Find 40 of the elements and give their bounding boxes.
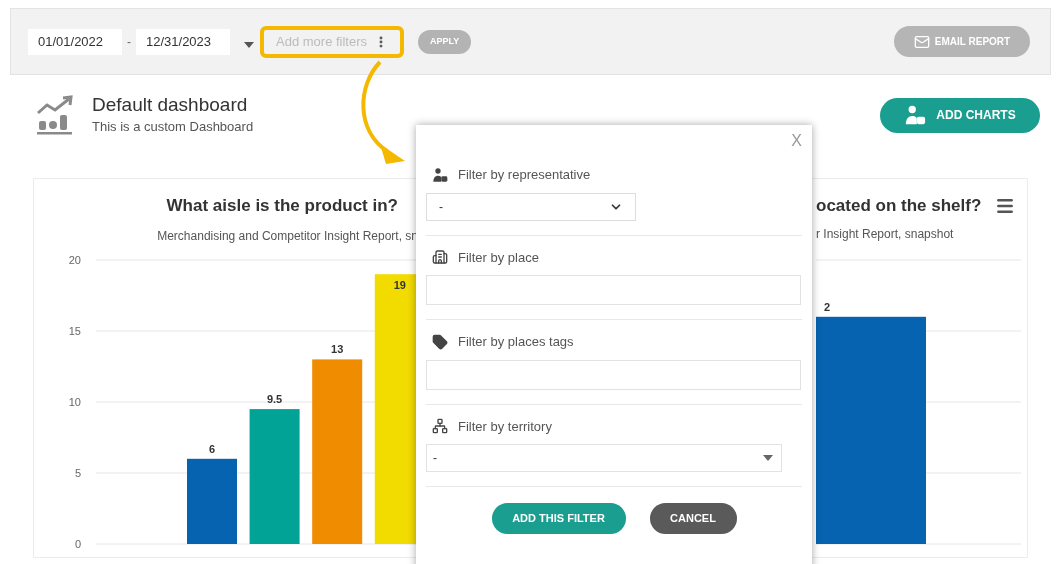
tag-icon <box>432 333 448 350</box>
bar-value-label: 2 <box>824 300 831 313</box>
input-field[interactable] <box>426 275 801 305</box>
filter-label: Filter by territory <box>458 417 552 436</box>
input-field[interactable] <box>426 359 801 390</box>
start-date-field[interactable]: 01/01/2022 <box>28 28 122 55</box>
representative-select[interactable]: - <box>426 192 636 221</box>
apply-button[interactable]: APPLY <box>418 29 472 54</box>
axis-tick-label: 20 <box>68 254 81 266</box>
axis-tick-label: 10 <box>68 396 81 408</box>
date-separator: - <box>127 33 131 51</box>
axis-tick-label: 5 <box>74 467 81 479</box>
chart-title: ocated on the shelf? <box>816 195 982 217</box>
bar-value-label: 6 <box>208 442 216 455</box>
caret-icon <box>763 455 773 461</box>
chart-title: What aisle is the product in? <box>165 195 399 217</box>
filter-label: Filter by representative <box>458 166 591 184</box>
axis-tick-label: 15 <box>68 325 81 337</box>
cancel-button[interactable]: CANCEL <box>649 503 737 534</box>
email-report-button[interactable]: EMAIL REPORT <box>894 26 1030 57</box>
bar-value-label: 13 <box>331 343 344 356</box>
end-date-field[interactable]: 12/31/2023 <box>136 28 230 55</box>
close-button[interactable]: X <box>791 129 802 153</box>
add-charts-button[interactable]: ADD CHARTS <box>880 97 1040 133</box>
building-icon <box>432 249 448 266</box>
territory-select[interactable]: - <box>426 444 782 472</box>
dashboard-title: Default dashboard <box>92 93 249 118</box>
axis-tick-label: 0 <box>74 538 81 550</box>
chart-subtitle: r Insight Report, snapshot <box>816 225 955 243</box>
hierarchy-icon <box>432 418 448 435</box>
filter-label: Filter by places tags <box>458 333 574 351</box>
bar-value-label: 9.5 <box>266 393 283 406</box>
bar-value-label: 19 <box>393 279 406 292</box>
add-filter-button[interactable]: ADD THIS FILTER <box>491 503 626 534</box>
filter-label: Filter by place <box>458 248 539 267</box>
caret-icon[interactable] <box>244 41 254 48</box>
dashboard-subtitle: This is a custom Dashboard <box>92 118 254 137</box>
user-icon <box>432 166 448 183</box>
mail-icon <box>913 33 930 50</box>
user-icon <box>904 104 927 126</box>
